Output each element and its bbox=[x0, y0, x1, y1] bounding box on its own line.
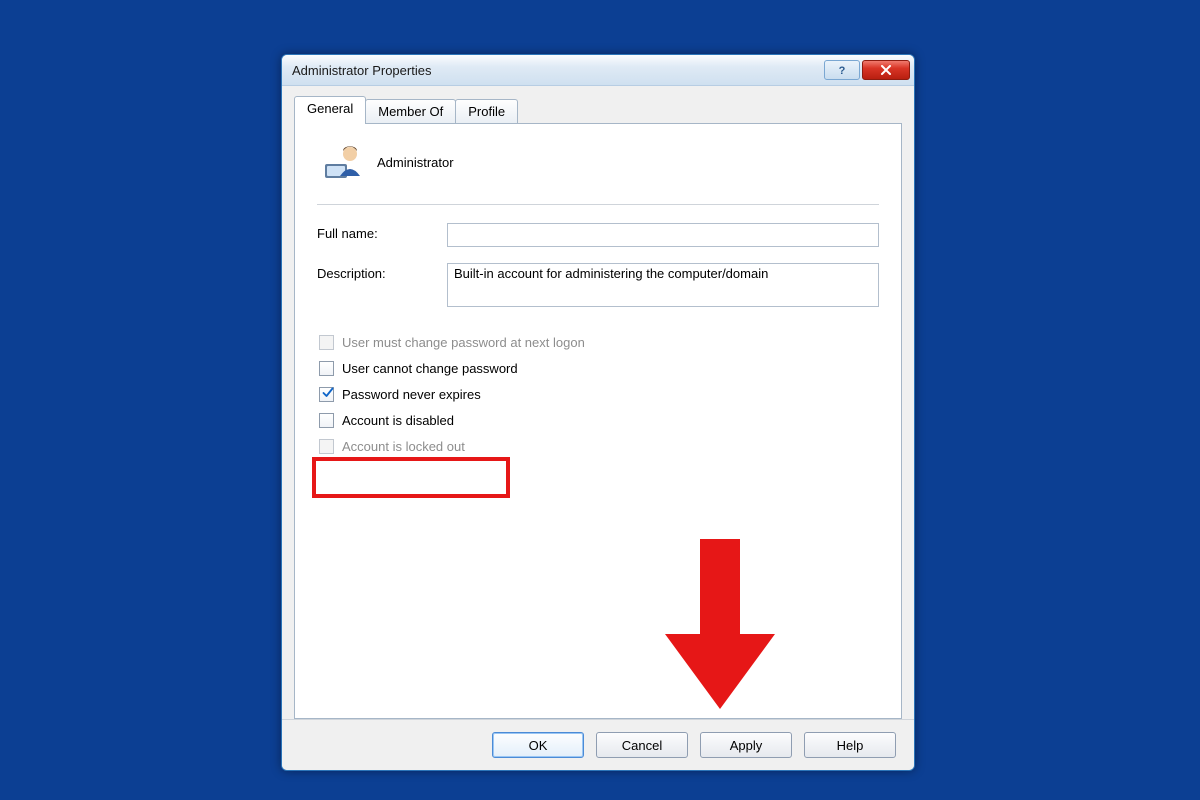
tab-profile[interactable]: Profile bbox=[455, 99, 518, 124]
row-cannot-change[interactable]: User cannot change password bbox=[319, 355, 879, 381]
label-account-disabled: Account is disabled bbox=[342, 413, 454, 428]
annotation-arrow bbox=[665, 539, 775, 709]
help-button-footer[interactable]: Help bbox=[804, 732, 896, 758]
row-description: Description: bbox=[317, 263, 879, 307]
desktop-background: Administrator Properties ? General Membe… bbox=[0, 0, 1200, 800]
input-description[interactable] bbox=[447, 263, 879, 307]
ok-button[interactable]: OK bbox=[492, 732, 584, 758]
row-account-disabled[interactable]: Account is disabled bbox=[319, 407, 879, 433]
close-icon bbox=[879, 65, 893, 75]
tab-panel-general: Administrator Full name: Description: Us… bbox=[294, 123, 902, 719]
close-button[interactable] bbox=[862, 60, 910, 80]
button-bar: OK Cancel Apply Help bbox=[282, 719, 914, 770]
tabstrip: General Member Of Profile bbox=[294, 96, 902, 124]
row-must-change: User must change password at next logon bbox=[319, 329, 879, 355]
label-cannot-change: User cannot change password bbox=[342, 361, 518, 376]
annotation-highlight bbox=[312, 457, 510, 498]
checkbox-list: User must change password at next logon … bbox=[319, 329, 879, 459]
label-full-name: Full name: bbox=[317, 223, 447, 241]
label-description: Description: bbox=[317, 263, 447, 281]
tab-general[interactable]: General bbox=[294, 96, 366, 124]
help-icon: ? bbox=[836, 64, 848, 76]
row-never-expires[interactable]: Password never expires bbox=[319, 381, 879, 407]
label-locked-out: Account is locked out bbox=[342, 439, 465, 454]
input-full-name[interactable] bbox=[447, 223, 879, 247]
label-must-change: User must change password at next logon bbox=[342, 335, 585, 350]
checkbox-account-disabled[interactable] bbox=[319, 413, 334, 428]
checkbox-cannot-change[interactable] bbox=[319, 361, 334, 376]
checkbox-locked-out bbox=[319, 439, 334, 454]
checkbox-must-change bbox=[319, 335, 334, 350]
cancel-button[interactable]: Cancel bbox=[596, 732, 688, 758]
label-never-expires: Password never expires bbox=[342, 387, 481, 402]
svg-text:?: ? bbox=[839, 65, 846, 76]
user-icon bbox=[323, 142, 363, 182]
apply-button[interactable]: Apply bbox=[700, 732, 792, 758]
row-full-name: Full name: bbox=[317, 223, 879, 247]
divider bbox=[317, 204, 879, 205]
window-title: Administrator Properties bbox=[292, 63, 822, 78]
row-locked-out: Account is locked out bbox=[319, 433, 879, 459]
account-header: Administrator bbox=[323, 142, 879, 182]
tab-member-of[interactable]: Member Of bbox=[365, 99, 456, 124]
checkbox-never-expires[interactable] bbox=[319, 387, 334, 402]
account-name: Administrator bbox=[377, 155, 454, 170]
titlebar[interactable]: Administrator Properties ? bbox=[282, 55, 914, 86]
help-button[interactable]: ? bbox=[824, 60, 860, 80]
properties-window: Administrator Properties ? General Membe… bbox=[281, 54, 915, 771]
arrow-down-icon bbox=[665, 539, 775, 709]
client-area: General Member Of Profile Administrator bbox=[282, 86, 914, 719]
